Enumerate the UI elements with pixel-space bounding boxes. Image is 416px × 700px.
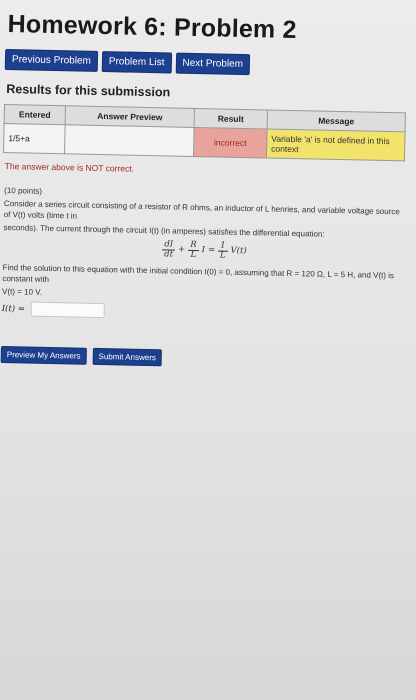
eq-equals: = [207, 245, 216, 256]
col-result: Result [194, 108, 268, 129]
answer-row: I(t) = [2, 301, 405, 324]
results-heading: Results for this submission [6, 82, 171, 100]
incorrect-notice: The answer above is NOT correct. [4, 161, 135, 174]
previous-problem-button[interactable]: Previous Problem [4, 48, 99, 72]
page: Homework 6: Problem 2 Previous Problem P… [0, 0, 416, 700]
submit-answers-button[interactable]: Submit Answers [92, 347, 163, 367]
problem-nav: Previous Problem Problem List Next Probl… [4, 48, 410, 78]
next-problem-button[interactable]: Next Problem [175, 52, 251, 76]
page-title: Homework 6: Problem 2 [7, 10, 297, 45]
message-value: Variable 'a' is not defined in this cont… [266, 128, 406, 161]
entered-value: 1/5+a [3, 123, 66, 154]
content: Homework 6: Problem 2 Previous Problem P… [0, 10, 411, 371]
eq-L1: L [190, 249, 197, 261]
eq-V: V(t) [230, 245, 247, 257]
eq-frac-1-L: 1 L [218, 241, 228, 261]
eq-I: I [201, 245, 206, 256]
eq-plus: + [178, 244, 186, 255]
results-table: Entered Answer Preview Result Message 1/… [3, 104, 406, 161]
differential-equation: dI dt + R L I = 1 L V(t) [3, 237, 406, 264]
eq-frac-dI-dt: dI dt [162, 239, 176, 260]
answer-input[interactable] [30, 301, 106, 319]
eq-dt: dt [164, 249, 174, 260]
eq-frac-R-L: R L [188, 240, 199, 261]
problem-list-button[interactable]: Problem List [101, 51, 172, 74]
answer-label: I(t) = [1, 303, 26, 314]
eq-L2: L [219, 250, 226, 261]
answer-preview-value [64, 124, 195, 157]
result-badge: incorrect [193, 127, 268, 158]
preview-answers-button[interactable]: Preview My Answers [0, 345, 87, 365]
actions: Preview My Answers Submit Answers [0, 345, 404, 371]
problem-body: (10 points) Consider a series circuit co… [2, 185, 407, 305]
col-entered: Entered [4, 104, 66, 125]
